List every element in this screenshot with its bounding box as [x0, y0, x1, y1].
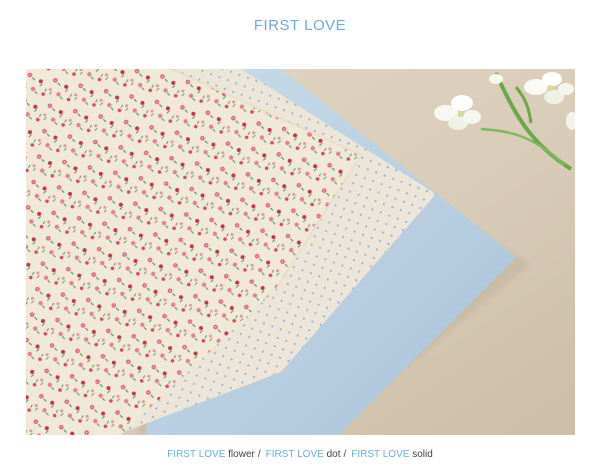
caption-separator: / [343, 449, 347, 460]
caption-variant: flower [228, 449, 255, 460]
caption-variant: solid [412, 449, 433, 460]
caption-brand: FIRST LOVE [351, 449, 410, 460]
caption-separator: / [257, 449, 261, 460]
caption: FIRST LOVE flower / FIRST LOVE dot / FIRST L… [0, 449, 600, 460]
caption-brand: FIRST LOVE [167, 449, 226, 460]
caption-brand: FIRST LOVE [265, 449, 324, 460]
caption-item-dot: FIRST LOVE dot / [266, 449, 352, 460]
caption-item-flower: FIRST LOVE flower / [167, 449, 265, 460]
page-title: FIRST LOVE [253, 17, 347, 34]
caption-variant: dot [326, 449, 341, 460]
product-photo [26, 69, 575, 435]
caption-item-solid: FIRST LOVE solid [351, 449, 433, 460]
